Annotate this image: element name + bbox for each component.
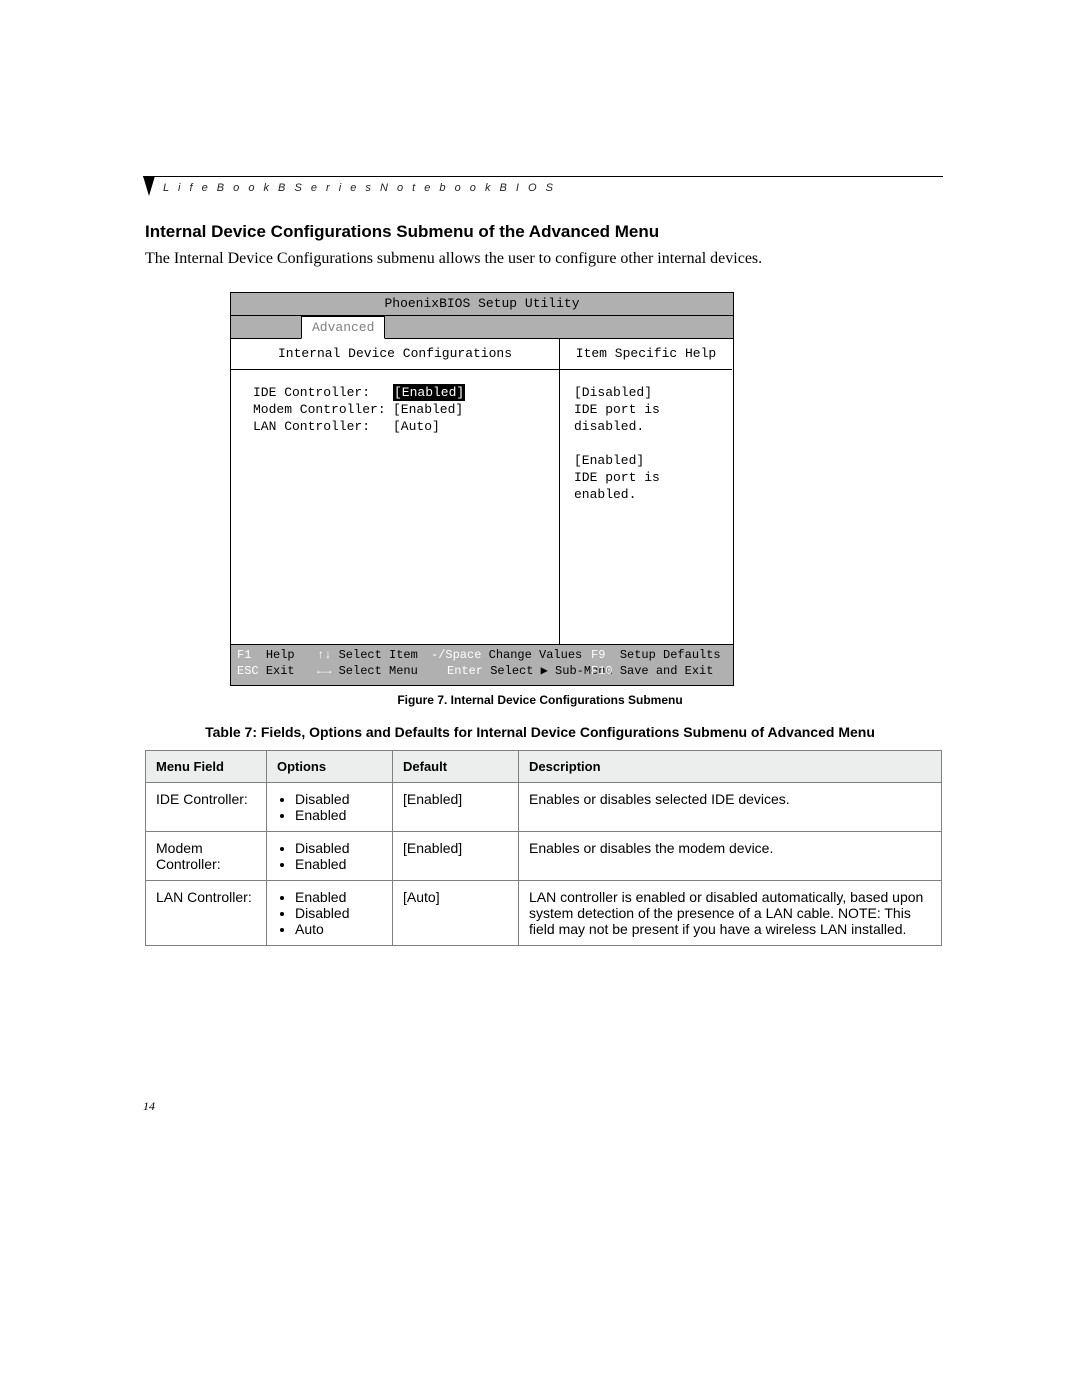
bios-field-value: [Enabled] bbox=[393, 401, 483, 418]
section-title: Internal Device Configurations Submenu o… bbox=[145, 222, 659, 242]
bios-left-pane: Internal Device Configurations IDE Contr… bbox=[231, 339, 560, 644]
bios-tab-advanced[interactable]: Advanced bbox=[301, 316, 385, 339]
bios-key-leftright: ←→ bbox=[317, 664, 331, 678]
table-caption: Table 7: Fields, Options and Defaults fo… bbox=[0, 724, 1080, 740]
bios-field-label: IDE Controller: bbox=[253, 384, 393, 401]
help-line: [Enabled] bbox=[574, 452, 718, 469]
bios-footer: F1 Help ↑↓ Select Item -/Space Change Va… bbox=[231, 645, 733, 685]
page-number: 14 bbox=[143, 1099, 155, 1114]
bios-key-enter: Enter bbox=[447, 664, 483, 678]
bios-key-label: Select Item bbox=[339, 648, 418, 662]
cell-menu-field: LAN Controller: bbox=[146, 881, 267, 946]
th-menu-field: Menu Field bbox=[146, 751, 267, 783]
bios-key-label: Select Menu bbox=[339, 664, 418, 678]
bios-key-minus-space: -/Space bbox=[431, 648, 481, 662]
table-header-row: Menu Field Options Default Description bbox=[146, 751, 942, 783]
th-options: Options bbox=[267, 751, 393, 783]
bios-key-label: Save and Exit bbox=[620, 664, 714, 678]
th-default: Default bbox=[393, 751, 519, 783]
bios-field-label: LAN Controller: bbox=[253, 418, 393, 435]
option-item: Disabled bbox=[295, 905, 382, 921]
cell-description: Enables or disables the modem device. bbox=[519, 832, 942, 881]
bios-screenshot: PhoenixBIOS Setup Utility Advanced Inter… bbox=[230, 292, 734, 686]
bios-help-pane: Item Specific Help [Disabled] IDE port i… bbox=[560, 339, 732, 644]
bios-key-f10: F10 bbox=[591, 664, 613, 678]
bios-field-value: [Enabled] bbox=[393, 384, 465, 401]
bios-field-lan[interactable]: LAN Controller: [Auto] bbox=[253, 418, 547, 435]
section-body: The Internal Device Configurations subme… bbox=[145, 250, 762, 268]
cell-default: [Auto] bbox=[393, 881, 519, 946]
bios-fields: IDE Controller: [Enabled] Modem Controll… bbox=[231, 370, 559, 644]
bios-field-modem[interactable]: Modem Controller: [Enabled] bbox=[253, 401, 547, 418]
bios-key-label: Exit bbox=[266, 664, 295, 678]
bios-key-label: Help bbox=[266, 648, 295, 662]
cell-menu-field: Modem Controller: bbox=[146, 832, 267, 881]
cell-description: Enables or disables selected IDE devices… bbox=[519, 783, 942, 832]
cell-options: DisabledEnabled bbox=[267, 832, 393, 881]
bios-key-label: Setup Defaults bbox=[620, 648, 721, 662]
option-item: Enabled bbox=[295, 856, 382, 872]
bios-key-esc: ESC bbox=[237, 664, 259, 678]
cell-default: [Enabled] bbox=[393, 832, 519, 881]
table-row: LAN Controller:EnabledDisabledAuto[Auto]… bbox=[146, 881, 942, 946]
option-item: Enabled bbox=[295, 889, 382, 905]
cell-options: DisabledEnabled bbox=[267, 783, 393, 832]
bios-key-label: Change Values bbox=[489, 648, 583, 662]
cell-menu-field: IDE Controller: bbox=[146, 783, 267, 832]
header-triangle-icon bbox=[143, 176, 155, 196]
bios-help-text: [Disabled] IDE port is disabled. [Enable… bbox=[560, 370, 732, 644]
option-item: Enabled bbox=[295, 807, 382, 823]
bios-field-ide[interactable]: IDE Controller: [Enabled] bbox=[253, 384, 547, 401]
cell-options: EnabledDisabledAuto bbox=[267, 881, 393, 946]
option-item: Auto bbox=[295, 921, 382, 937]
bios-field-label: Modem Controller: bbox=[253, 401, 393, 418]
bios-left-header: Internal Device Configurations bbox=[231, 339, 559, 370]
option-item: Disabled bbox=[295, 840, 382, 856]
bios-field-value: [Auto] bbox=[393, 418, 483, 435]
figure-caption: Figure 7. Internal Device Configurations… bbox=[0, 693, 1080, 707]
option-item: Disabled bbox=[295, 791, 382, 807]
bios-tabbar: Advanced bbox=[231, 316, 733, 339]
table-row: Modem Controller:DisabledEnabled[Enabled… bbox=[146, 832, 942, 881]
help-line: IDE port is disabled. bbox=[574, 401, 718, 435]
table-row: IDE Controller:DisabledEnabled[Enabled]E… bbox=[146, 783, 942, 832]
cell-description: LAN controller is enabled or disabled au… bbox=[519, 881, 942, 946]
bios-key-f9: F9 bbox=[591, 648, 605, 662]
help-line: [Disabled] bbox=[574, 384, 718, 401]
bios-key-updown: ↑↓ bbox=[317, 648, 331, 662]
header-rule bbox=[143, 176, 943, 177]
cell-default: [Enabled] bbox=[393, 783, 519, 832]
bios-right-header: Item Specific Help bbox=[560, 339, 732, 370]
bios-title: PhoenixBIOS Setup Utility bbox=[231, 293, 733, 316]
th-description: Description bbox=[519, 751, 942, 783]
fields-table: Menu Field Options Default Description I… bbox=[145, 750, 942, 946]
bios-key-f1: F1 bbox=[237, 648, 251, 662]
help-line: IDE port is enabled. bbox=[574, 469, 718, 503]
running-head-text: L i f e B o o k B S e r i e s N o t e b … bbox=[163, 182, 556, 194]
